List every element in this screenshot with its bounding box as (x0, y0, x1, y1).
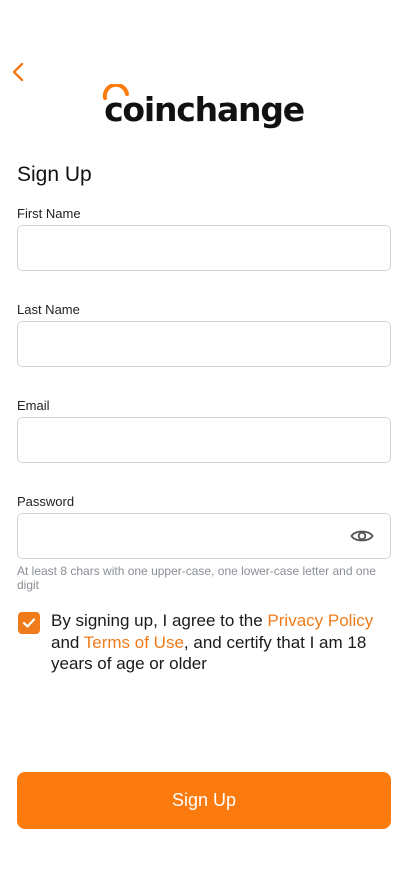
checkmark-icon (22, 618, 36, 628)
password-field[interactable] (17, 513, 391, 559)
toggle-password-visibility-button[interactable] (346, 523, 378, 549)
agreement-text-before: By signing up, I agree to the (51, 611, 268, 630)
password-label: Password (17, 494, 75, 509)
privacy-policy-link[interactable]: Privacy Policy (267, 611, 373, 630)
logo: coinchange (0, 84, 408, 129)
chevron-left-icon (12, 62, 24, 82)
logo-arc-icon (102, 84, 130, 100)
logo-text: coinchange (104, 90, 305, 129)
terms-of-use-link[interactable]: Terms of Use (84, 633, 184, 652)
first-name-label: First Name (17, 206, 81, 221)
back-button[interactable] (6, 58, 30, 86)
email-field[interactable] (17, 417, 391, 463)
sign-up-button[interactable]: Sign Up (17, 772, 391, 829)
last-name-label: Last Name (17, 302, 80, 317)
password-hint: At least 8 chars with one upper-case, on… (17, 564, 376, 592)
page-title: Sign Up (17, 163, 92, 186)
agree-checkbox[interactable] (18, 612, 40, 634)
agreement-text-and: and (51, 632, 84, 652)
email-label: Email (17, 398, 50, 413)
agreement-text: By signing up, I agree to the Privacy Po… (51, 610, 396, 675)
eye-icon (350, 530, 374, 542)
first-name-field[interactable] (17, 225, 391, 271)
last-name-field[interactable] (17, 321, 391, 367)
